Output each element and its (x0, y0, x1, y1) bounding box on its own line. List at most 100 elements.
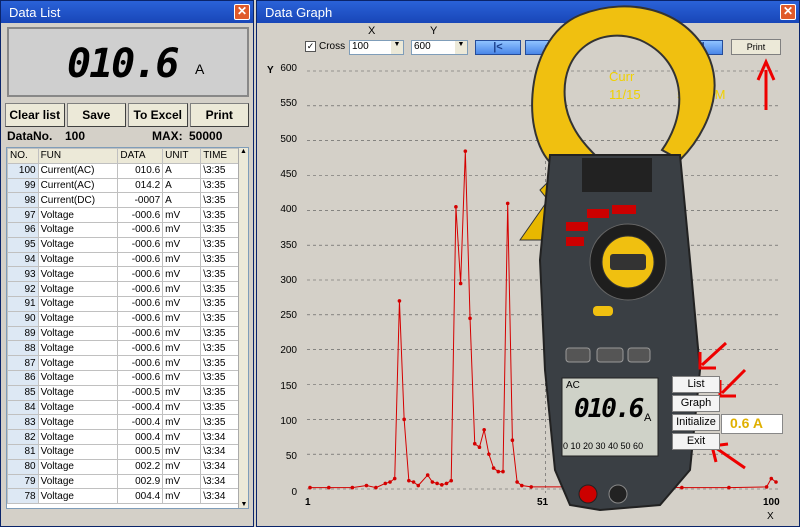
print-list-button[interactable]: Print (189, 103, 249, 127)
column-header[interactable]: NO. (7, 148, 39, 164)
exit-button[interactable]: Exit (672, 433, 720, 450)
data-point (529, 485, 534, 489)
table-cell: Voltage (37, 236, 119, 253)
table-cell: Voltage (37, 355, 119, 371)
y-tick-label: 400 (280, 204, 297, 216)
table-row[interactable]: 91 Voltage -000.6 mV \3:35 (7, 295, 240, 312)
cross-checkbox[interactable]: ✓ (305, 41, 316, 52)
table-row[interactable]: 96 Voltage -000.6 mV \3:35 (7, 221, 240, 238)
scroll-up-icon[interactable]: ▲ (239, 148, 248, 155)
table-cell: \3:34 (200, 458, 240, 475)
prev-page-icon[interactable]: < (525, 40, 571, 55)
table-row[interactable]: 98 Current(DC) -0007 A \3:35 (7, 192, 240, 209)
table-cell: \3:35 (200, 414, 240, 431)
table-cell: \3:35 (200, 384, 240, 401)
chevron-down-icon[interactable]: ▼ (455, 41, 467, 54)
column-header[interactable]: FUN (37, 148, 119, 164)
data-table[interactable]: NO. FUN DATA UNIT TIME 100 Current(AC) 010.6 A \… (6, 147, 249, 509)
table-row[interactable]: 81 Voltage 000.5 mV \3:34 (7, 443, 240, 460)
table-row[interactable]: 95 Voltage -000.6 mV \3:35 (7, 236, 240, 253)
table-cell: mV (162, 207, 202, 223)
table-row[interactable]: 99 Current(AC) 014.2 A \3:35 (7, 177, 240, 194)
clear-list-button[interactable]: Clear list (5, 103, 65, 127)
data-point (680, 485, 684, 490)
y-tick-label: 450 (280, 168, 297, 180)
column-header[interactable]: UNIT (162, 148, 202, 164)
data-point (392, 476, 397, 481)
table-cell: \3:35 (200, 266, 240, 283)
table-row[interactable]: 82 Voltage 000.4 mV \3:34 (7, 429, 240, 445)
table-cell: 010.6 (117, 162, 164, 179)
table-row[interactable]: 89 Voltage -000.6 mV \3:35 (7, 325, 240, 342)
to-excel-button[interactable]: To Excel (128, 103, 188, 127)
data-point (463, 149, 468, 153)
table-cell: \3:35 (200, 340, 240, 357)
y-select[interactable]: 600 ▼ (411, 40, 468, 55)
data-point (397, 299, 402, 303)
data-point (487, 452, 491, 456)
first-page-icon[interactable]: |< (475, 40, 521, 55)
y-tick-label: 100 (280, 416, 297, 427)
table-cell: mV (162, 236, 202, 253)
table-cell: -000.6 (117, 251, 164, 268)
table-cell: Voltage (37, 384, 119, 401)
table-cell: -000.6 (117, 266, 164, 283)
table-cell: 84 (7, 399, 39, 416)
table-row[interactable]: 94 Voltage -000.6 mV \3:35 (7, 251, 240, 268)
y-tick-label: 350 (280, 239, 297, 251)
table-cell: 000.4 (117, 429, 164, 445)
close-icon[interactable]: ✕ (780, 4, 796, 20)
data-point (769, 476, 774, 481)
vertical-scrollbar[interactable]: ▲ ▼ (238, 148, 248, 508)
last-page-icon[interactable]: >| (677, 40, 723, 55)
table-cell: 99 (7, 177, 39, 194)
table-cell: mV (162, 221, 202, 238)
data-point (402, 417, 406, 422)
column-header[interactable]: TIME (200, 148, 240, 164)
table-row[interactable]: 100 Current(AC) 010.6 A \3:35 (7, 162, 240, 179)
x-select[interactable]: 100 ▼ (349, 40, 404, 55)
lcd-value: 010.6 (67, 41, 179, 87)
table-cell: 89 (7, 325, 39, 342)
graph-button[interactable]: Graph (672, 395, 720, 412)
print-graph-button[interactable]: Print (731, 39, 781, 55)
table-cell: mV (162, 355, 202, 371)
close-icon[interactable]: ✕ (234, 4, 250, 20)
table-cell: Current(AC) (37, 177, 119, 194)
table-cell: A (162, 162, 202, 179)
data-point (458, 281, 463, 286)
data-graph-title: Data Graph (265, 5, 333, 20)
table-row[interactable]: 79 Voltage 002.9 mV \3:34 (7, 473, 240, 490)
table-row[interactable]: 88 Voltage -000.6 mV \3:35 (7, 340, 240, 357)
save-button[interactable]: Save (66, 103, 126, 127)
table-row[interactable]: 92 Voltage -000.6 mV \3:35 (7, 281, 240, 297)
table-cell: -000.6 (117, 340, 164, 357)
scroll-down-icon[interactable]: ▼ (239, 501, 248, 508)
overlay-date-text: 11/15 (609, 87, 641, 102)
table-cell: \3:35 (200, 399, 240, 416)
data-point (472, 441, 477, 446)
y-tick-label: 600 (280, 63, 297, 74)
chevron-down-icon[interactable]: ▼ (391, 41, 403, 54)
initialize-button[interactable]: Initialize (672, 414, 720, 431)
data-point (510, 438, 515, 443)
table-row[interactable]: 97 Voltage -000.6 mV \3:35 (7, 207, 240, 223)
x-select-label: X (368, 25, 376, 37)
popup-value: 0.6 A (721, 414, 783, 434)
table-row[interactable]: 84 Voltage -000.4 mV \3:35 (7, 399, 240, 416)
list-button[interactable]: List (672, 376, 720, 393)
table-row[interactable]: 90 Voltage -000.6 mV \3:35 (7, 310, 240, 327)
table-row[interactable]: 87 Voltage -000.6 mV \3:35 (7, 355, 240, 371)
table-cell: 93 (7, 266, 39, 283)
table-row[interactable]: 83 Voltage -000.4 mV \3:35 (7, 414, 240, 431)
column-header[interactable]: DATA (117, 148, 164, 164)
table-cell: mV (162, 310, 202, 327)
table-row[interactable]: 93 Voltage -000.6 mV \3:35 (7, 266, 240, 283)
table-row[interactable]: 80 Voltage 002.2 mV \3:34 (7, 458, 240, 475)
data-point (501, 469, 505, 474)
table-row[interactable]: 86 Voltage -000.6 mV \3:35 (7, 369, 240, 386)
table-row[interactable]: 78 Voltage 004.4 mV \3:34 (7, 488, 240, 505)
table-cell: Voltage (37, 399, 119, 416)
data-point (444, 481, 449, 486)
table-row[interactable]: 85 Voltage -000.5 mV \3:35 (7, 384, 240, 401)
